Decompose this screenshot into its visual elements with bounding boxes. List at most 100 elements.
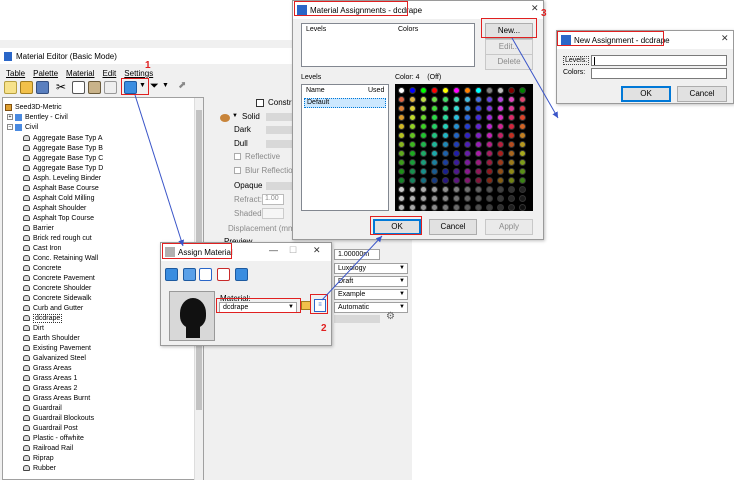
settings-icon[interactable]: ⚙ bbox=[386, 311, 395, 322]
color-swatch[interactable] bbox=[464, 150, 471, 157]
grid-delete-icon[interactable] bbox=[217, 268, 230, 281]
color-swatch[interactable] bbox=[453, 186, 460, 193]
color-swatch[interactable] bbox=[475, 177, 482, 184]
tree-item[interactable]: Asphalt Base Course bbox=[23, 183, 99, 193]
color-swatch[interactable] bbox=[453, 96, 460, 103]
menu-edit[interactable]: Edit bbox=[102, 69, 116, 78]
color-swatch[interactable] bbox=[431, 105, 438, 112]
color-swatch[interactable] bbox=[442, 195, 449, 202]
color-swatch[interactable] bbox=[497, 186, 504, 193]
color-swatch[interactable] bbox=[486, 186, 493, 193]
level-row-default[interactable]: Default bbox=[304, 98, 386, 108]
color-swatch[interactable] bbox=[475, 150, 482, 157]
color-swatch[interactable] bbox=[519, 114, 526, 121]
color-swatch[interactable] bbox=[453, 177, 460, 184]
color-swatch[interactable] bbox=[398, 150, 405, 157]
color-swatch[interactable] bbox=[519, 177, 526, 184]
color-swatch[interactable] bbox=[508, 114, 515, 121]
color-swatch[interactable] bbox=[519, 105, 526, 112]
paste-icon[interactable] bbox=[88, 81, 101, 94]
size-field[interactable]: 1.00000m bbox=[334, 249, 380, 260]
color-swatch[interactable] bbox=[519, 96, 526, 103]
close-icon[interactable]: ✕ bbox=[313, 245, 321, 256]
close-icon[interactable]: ✕ bbox=[531, 3, 539, 14]
new-levels-input[interactable] bbox=[591, 55, 727, 66]
color-swatch[interactable] bbox=[497, 150, 504, 157]
color-swatch[interactable] bbox=[486, 150, 493, 157]
tree-item[interactable]: Railroad Rail bbox=[23, 443, 73, 453]
color-swatch[interactable] bbox=[519, 204, 526, 211]
color-swatch[interactable] bbox=[486, 114, 493, 121]
edit-button[interactable]: Edit... bbox=[485, 39, 533, 55]
color-swatch[interactable] bbox=[453, 114, 460, 121]
color-swatch[interactable] bbox=[442, 186, 449, 193]
color-swatch[interactable] bbox=[464, 132, 471, 139]
color-swatch[interactable] bbox=[497, 123, 504, 130]
open-icon[interactable] bbox=[20, 81, 33, 94]
color-swatch[interactable] bbox=[464, 87, 471, 94]
tree-item[interactable]: Concrete Sidewalk bbox=[23, 293, 91, 303]
color-swatch[interactable] bbox=[486, 159, 493, 166]
color-swatch[interactable] bbox=[497, 96, 504, 103]
color-swatch[interactable] bbox=[519, 159, 526, 166]
color-swatch[interactable] bbox=[409, 105, 416, 112]
maximize-icon[interactable]: ☐ bbox=[289, 245, 297, 256]
tree-item[interactable]: Grass Areas 1 bbox=[23, 373, 77, 383]
color-swatch[interactable] bbox=[442, 114, 449, 121]
pick-icon[interactable]: ⬈ bbox=[178, 80, 186, 91]
color-swatch[interactable] bbox=[420, 105, 427, 112]
color-swatch[interactable] bbox=[464, 168, 471, 175]
tree-item[interactable]: Plastic - offwhite bbox=[23, 433, 84, 443]
color-swatch[interactable] bbox=[431, 186, 438, 193]
levels-list[interactable]: Name Used Default bbox=[301, 84, 389, 211]
color-swatch[interactable] bbox=[420, 87, 427, 94]
color-swatch[interactable] bbox=[420, 114, 427, 121]
color-swatch[interactable] bbox=[420, 96, 427, 103]
color-swatch[interactable] bbox=[442, 159, 449, 166]
color-swatch[interactable] bbox=[442, 132, 449, 139]
color-swatch[interactable] bbox=[486, 105, 493, 112]
color-swatch[interactable] bbox=[409, 150, 416, 157]
color-swatch[interactable] bbox=[486, 177, 493, 184]
new-cancel-button[interactable]: Cancel bbox=[677, 86, 727, 102]
color-swatch[interactable] bbox=[486, 195, 493, 202]
color-swatch[interactable] bbox=[475, 132, 482, 139]
color-swatch[interactable] bbox=[398, 168, 405, 175]
query-icon[interactable] bbox=[235, 268, 248, 281]
color-swatch[interactable] bbox=[508, 87, 515, 94]
color-swatch[interactable] bbox=[464, 186, 471, 193]
color-swatch[interactable] bbox=[420, 159, 427, 166]
color-swatch[interactable] bbox=[453, 105, 460, 112]
color-swatch[interactable] bbox=[398, 105, 405, 112]
color-swatch[interactable] bbox=[431, 87, 438, 94]
color-swatch[interactable] bbox=[486, 204, 493, 211]
color-palette[interactable] bbox=[395, 84, 533, 211]
tree-item[interactable]: Riprap bbox=[23, 453, 54, 463]
color-swatch[interactable] bbox=[442, 168, 449, 175]
color-swatch[interactable] bbox=[431, 132, 438, 139]
color-swatch[interactable] bbox=[475, 195, 482, 202]
color-swatch[interactable] bbox=[442, 87, 449, 94]
tree-item[interactable]: Aggregate Base Typ A bbox=[23, 133, 103, 143]
color-swatch[interactable] bbox=[475, 141, 482, 148]
color-swatch[interactable] bbox=[497, 105, 504, 112]
tree-item[interactable]: Asphalt Cold Milling bbox=[23, 193, 94, 203]
tree-item[interactable]: Cast Iron bbox=[23, 243, 61, 253]
color-swatch[interactable] bbox=[508, 195, 515, 202]
color-swatch[interactable] bbox=[497, 195, 504, 202]
color-swatch[interactable] bbox=[420, 195, 427, 202]
save-icon[interactable] bbox=[36, 81, 49, 94]
tree-item[interactable]: Aggregate Base Typ C bbox=[23, 153, 103, 163]
color-swatch[interactable] bbox=[409, 186, 416, 193]
color-swatch[interactable] bbox=[508, 186, 515, 193]
color-swatch[interactable] bbox=[420, 186, 427, 193]
color-swatch[interactable] bbox=[497, 204, 504, 211]
grid-icon[interactable] bbox=[199, 268, 212, 281]
color-swatch[interactable] bbox=[409, 87, 416, 94]
color-swatch[interactable] bbox=[464, 159, 471, 166]
color-swatch[interactable] bbox=[486, 87, 493, 94]
tree-item[interactable]: Concrete Shoulder bbox=[23, 283, 91, 293]
color-swatch[interactable] bbox=[431, 141, 438, 148]
tree-item[interactable]: Existing Pavement bbox=[23, 343, 91, 353]
new-icon[interactable] bbox=[4, 81, 17, 94]
